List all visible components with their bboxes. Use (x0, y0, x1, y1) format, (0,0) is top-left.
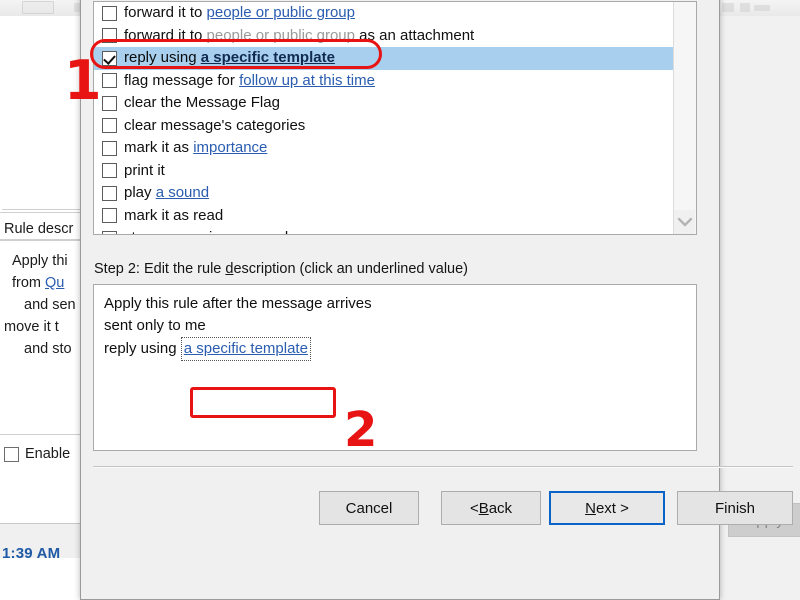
action-label-link[interactable]: people or public group (207, 4, 355, 21)
action-label: mark it as read (124, 207, 223, 225)
enable-rule-checkbox-row[interactable]: Enable (4, 446, 70, 462)
bg-rd-line-3: and sen (24, 297, 76, 313)
specific-template-link-wrapper[interactable]: a specific template (180, 337, 311, 361)
rule-description-line-3: reply using a specific template (104, 337, 696, 361)
action-checkbox[interactable] (102, 163, 117, 179)
cancel-button[interactable]: Cancel (319, 491, 419, 525)
toolbar-ghost-icon-4 (740, 3, 750, 12)
action-row[interactable]: mark it as importance (94, 137, 696, 160)
action-label: clear the Message Flag (124, 94, 280, 112)
rules-wizard-dialog: forward it to people or public group forw… (80, 0, 793, 600)
action-label: play a sound (124, 184, 209, 202)
back-button-accel: B (478, 499, 489, 517)
action-label: mark it as importance (124, 139, 267, 157)
step1-scrollbar[interactable] (673, 2, 696, 234)
annotation-box-1 (90, 39, 382, 69)
toolbar-ghost-icon-3 (722, 3, 734, 12)
action-label: clear message's categories (124, 117, 305, 135)
back-button-after: ack (488, 499, 513, 517)
enable-rule-label: Enable (25, 446, 71, 462)
step2-label-before: Step 2: Edit the rule (94, 261, 226, 277)
back-button[interactable]: < Back (441, 491, 541, 525)
action-label-prefix: mark it as (124, 139, 194, 157)
action-checkbox[interactable] (102, 140, 117, 156)
bg-rd-line-2-text: from (12, 275, 46, 291)
action-row[interactable]: forward it to people or public group (94, 2, 696, 25)
bg-rd-line-1: Apply thi (12, 253, 68, 269)
action-label-prefix: mark it as read (124, 206, 224, 224)
next-button-after: ext > (595, 499, 629, 517)
toolbar-ghost-button (22, 1, 54, 14)
divider-3 (0, 434, 92, 435)
chevron-down-icon (677, 217, 692, 227)
action-row[interactable]: mark it as read (94, 205, 696, 228)
divider-1 (0, 212, 92, 213)
back-button-before: < (469, 499, 479, 517)
action-checkbox[interactable] (102, 5, 117, 21)
action-label: forward it to people or public group (124, 4, 355, 22)
step2-label: Step 2: Edit the rule description (click… (94, 261, 468, 277)
finish-button[interactable]: Finish (677, 491, 793, 525)
action-checkbox[interactable] (102, 118, 117, 134)
step2-label-after: escription (click an underlined value) (233, 261, 469, 277)
action-label-link[interactable]: a sound (156, 184, 209, 201)
action-row[interactable]: print it (94, 160, 696, 183)
action-label-link[interactable]: follow up at this time (239, 72, 375, 89)
bg-rd-line-2: from Qu (12, 275, 64, 291)
toolbar-ghost-icon-5 (754, 5, 770, 11)
bg-rd-line-5: and sto (24, 341, 72, 357)
rule-description-editor[interactable]: Apply this rule after the message arrive… (93, 284, 697, 451)
action-label-prefix: stop processing more rules (124, 229, 304, 234)
annotation-box-2 (190, 387, 336, 418)
action-checkbox[interactable] (102, 95, 117, 111)
next-button-accel: N (585, 499, 596, 517)
action-label-prefix: play (124, 184, 156, 202)
footer-divider-highlight (93, 467, 793, 468)
action-label-link[interactable]: importance (193, 139, 267, 156)
action-checkbox[interactable] (102, 230, 117, 234)
action-row[interactable]: stop processing more rules (94, 227, 696, 234)
action-row[interactable]: clear the Message Flag (94, 92, 696, 115)
background-rule-description-label: Rule descr (4, 221, 74, 237)
action-label-prefix: print it (124, 161, 165, 179)
action-row[interactable]: flag message for follow up at this time (94, 70, 696, 93)
annotation-number-1: 1 (64, 49, 102, 112)
action-label: flag message for follow up at this time (124, 72, 375, 90)
rule-description-line-3-prefix: reply using (104, 340, 181, 357)
action-label-prefix: clear message's categories (124, 116, 306, 134)
action-row[interactable]: clear message's categories (94, 115, 696, 138)
action-label: print it (124, 162, 165, 180)
taskbar-clock: 1:39 AM (2, 545, 61, 562)
step1-actions-list[interactable]: forward it to people or public group forw… (93, 1, 697, 235)
action-checkbox[interactable] (102, 73, 117, 89)
action-label-prefix: forward it to (124, 4, 207, 22)
action-row[interactable]: play a sound (94, 182, 696, 205)
action-label: stop processing more rules (124, 229, 304, 234)
action-label-prefix: flag message for (124, 71, 240, 89)
specific-template-link[interactable]: a specific template (184, 340, 308, 357)
step1-rows-container: forward it to people or public group forw… (94, 2, 696, 234)
action-checkbox[interactable] (102, 208, 117, 224)
action-checkbox[interactable] (102, 185, 117, 201)
rule-description-line-1: Apply this rule after the message arrive… (104, 295, 372, 312)
scroll-down-button[interactable] (674, 210, 695, 234)
enable-rule-checkbox[interactable] (4, 446, 19, 462)
bg-rd-line-4: move it t (4, 319, 59, 335)
annotation-number-2: 2 (344, 402, 378, 458)
next-button[interactable]: Next > (549, 491, 665, 525)
bg-rd-line-2-link[interactable]: Qu (45, 275, 64, 291)
action-label-prefix: clear the Message Flag (124, 94, 280, 112)
rule-description-line-2: sent only to me (104, 317, 206, 334)
background-rule-description-box: Apply thi from Qu and sen move it t and … (0, 240, 92, 421)
